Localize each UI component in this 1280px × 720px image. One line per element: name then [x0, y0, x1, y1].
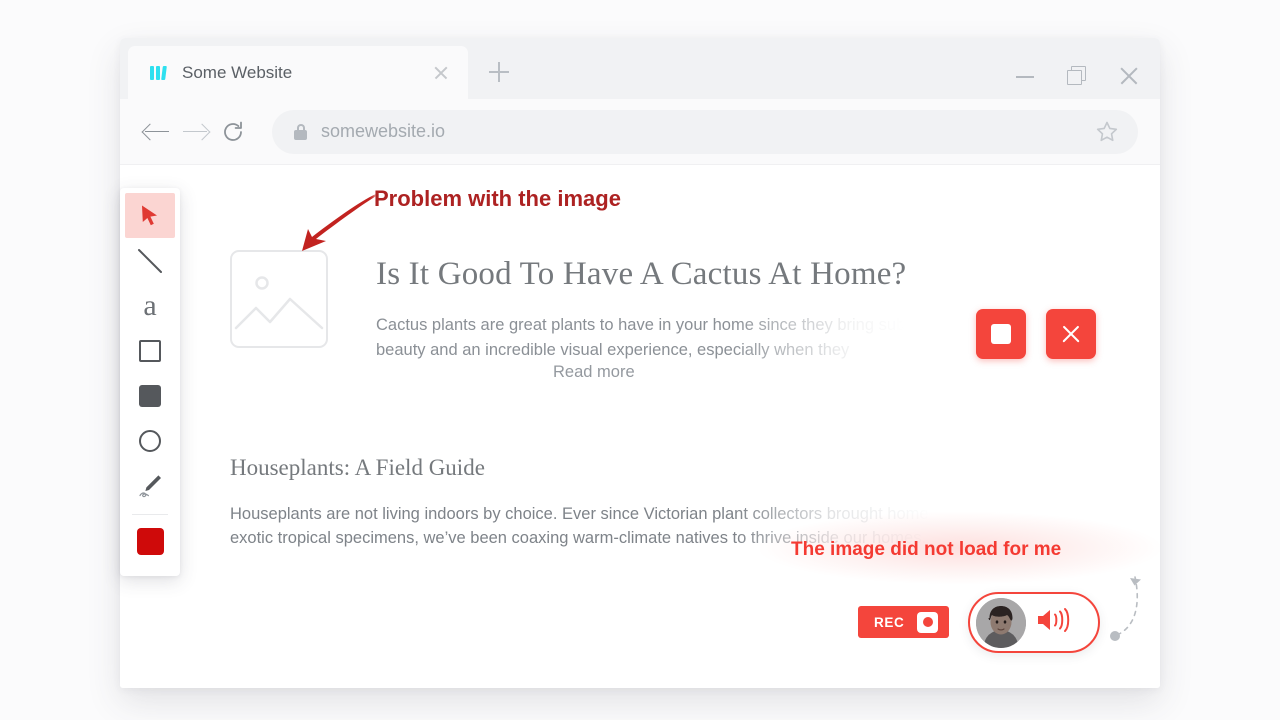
article-card: Is It Good To Have A Cactus At Home? Cac…	[230, 250, 976, 382]
pen-icon	[139, 474, 161, 497]
restore-icon[interactable]	[1064, 63, 1090, 89]
user-avatar	[976, 597, 1026, 648]
url-input[interactable]: somewebsite.io	[272, 109, 1138, 154]
speaker-icon[interactable]	[1034, 604, 1074, 641]
webcam-bubble[interactable]	[968, 592, 1100, 653]
read-more-link[interactable]: Read more	[541, 363, 635, 382]
color-swatch[interactable]	[125, 519, 175, 564]
window-controls	[1012, 63, 1142, 89]
star-icon[interactable]	[1094, 119, 1120, 145]
rectangle-outline-tool[interactable]	[125, 328, 175, 373]
text-icon: a	[143, 288, 157, 322]
minimize-icon[interactable]	[1012, 63, 1038, 89]
cursor-icon	[142, 205, 157, 225]
color-swatch-icon	[136, 528, 164, 555]
arrow-left-icon[interactable]	[138, 113, 176, 151]
stop-recording-button[interactable]	[976, 309, 1026, 359]
ellipse-tool[interactable]	[125, 418, 175, 463]
article-title: Is It Good To Have A Cactus At Home?	[376, 256, 907, 292]
annotation-problem-text: Problem with the image	[374, 186, 621, 211]
close-icon[interactable]	[428, 60, 454, 86]
square-filled-icon	[139, 384, 161, 407]
circle-icon	[139, 429, 161, 452]
line-tool[interactable]	[125, 238, 175, 283]
recorder-controls	[976, 309, 1096, 359]
article-text: Is It Good To Have A Cactus At Home? Cac…	[376, 250, 976, 382]
lock-icon	[294, 123, 307, 140]
plus-icon[interactable]	[482, 55, 516, 89]
arrow-right-icon[interactable]	[176, 113, 214, 151]
guide-title: Houseplants: A Field Guide	[230, 455, 485, 480]
annotation-toolbar: a	[120, 188, 180, 576]
guide-section: Houseplants: A Field Guide Houseplants a…	[120, 455, 929, 550]
close-recorder-button[interactable]	[1046, 309, 1096, 359]
browser-window: Some Website somewebsite.io Is It Good T…	[120, 38, 1160, 688]
browser-tabstrip: Some Website	[120, 38, 1160, 99]
rec-label: REC	[874, 614, 905, 630]
browser-tab[interactable]: Some Website	[128, 46, 468, 99]
browser-addressbar: somewebsite.io	[120, 99, 1160, 165]
annotation-arrow-icon	[292, 193, 384, 260]
tab-title: Some Website	[182, 62, 293, 82]
article-body: Cactus plants are great plants to have i…	[376, 316, 923, 359]
record-dot-icon	[917, 611, 939, 633]
site-bars-icon	[150, 65, 167, 80]
curved-dashed-arrow-icon[interactable]	[1105, 565, 1155, 650]
annotation-image-load-text: The image did not load for me	[791, 539, 1062, 560]
toolbar-divider	[132, 514, 168, 515]
cursor-tool[interactable]	[125, 193, 175, 238]
line-icon	[138, 248, 162, 273]
close-icon	[1059, 322, 1083, 346]
stop-square-icon	[991, 324, 1011, 344]
url-text: somewebsite.io	[321, 121, 446, 141]
square-outline-icon	[139, 339, 161, 362]
close-icon[interactable]	[1116, 63, 1142, 89]
image-placeholder-icon	[230, 250, 328, 348]
reload-icon[interactable]	[214, 113, 252, 151]
marker-tool[interactable]	[125, 463, 175, 508]
rectangle-filled-tool[interactable]	[125, 373, 175, 418]
rec-badge[interactable]: REC	[858, 606, 950, 638]
text-tool[interactable]: a	[125, 283, 175, 328]
